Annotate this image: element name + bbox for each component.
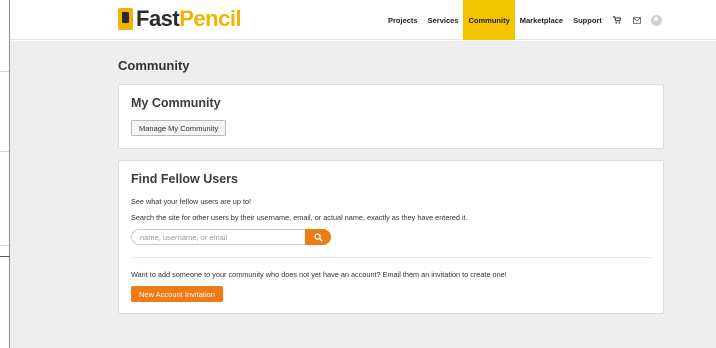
window-edge-tick xyxy=(0,256,10,257)
my-community-panel: My Community Manage My Community xyxy=(118,84,664,149)
left-frame xyxy=(0,0,10,348)
cart-icon[interactable] xyxy=(607,0,627,40)
search-icon xyxy=(313,232,323,242)
my-community-title: My Community xyxy=(131,96,221,110)
new-account-invitation-button[interactable]: New Account Invitation xyxy=(131,286,223,302)
find-users-instructions: Search the site for other users by their… xyxy=(131,213,468,222)
main-content: Community My Community Manage My Communi… xyxy=(10,41,716,348)
find-users-panel: Find Fellow Users See what your fellow u… xyxy=(118,160,664,314)
logo-text-fast: Fast xyxy=(136,6,180,31)
manage-community-button[interactable]: Manage My Community xyxy=(131,120,227,136)
user-avatar-icon[interactable] xyxy=(650,14,662,26)
nav-marketplace[interactable]: Marketplace xyxy=(515,0,568,40)
logo-icon xyxy=(118,8,133,30)
user-search-input[interactable] xyxy=(131,229,307,245)
mail-icon[interactable] xyxy=(627,0,647,40)
fastpencil-logo[interactable]: Fast Pencil xyxy=(118,6,242,32)
main-nav: Projects Services Community Marketplace … xyxy=(383,0,662,40)
find-users-title: Find Fellow Users xyxy=(131,172,238,186)
nav-services[interactable]: Services xyxy=(423,0,464,40)
section-divider xyxy=(131,257,651,258)
nav-support[interactable]: Support xyxy=(568,0,607,40)
nav-community[interactable]: Community xyxy=(463,0,515,40)
nav-projects[interactable]: Projects xyxy=(383,0,423,40)
search-button[interactable] xyxy=(305,229,331,245)
find-users-intro: See what your fellow users are up to! xyxy=(131,197,252,206)
invite-text: Want to add someone to your community wh… xyxy=(131,270,507,279)
logo-text-pencil: Pencil xyxy=(179,6,242,31)
user-search xyxy=(131,229,331,245)
page-title: Community xyxy=(118,58,190,73)
site-header: Fast Pencil Projects Services Community … xyxy=(10,0,716,40)
